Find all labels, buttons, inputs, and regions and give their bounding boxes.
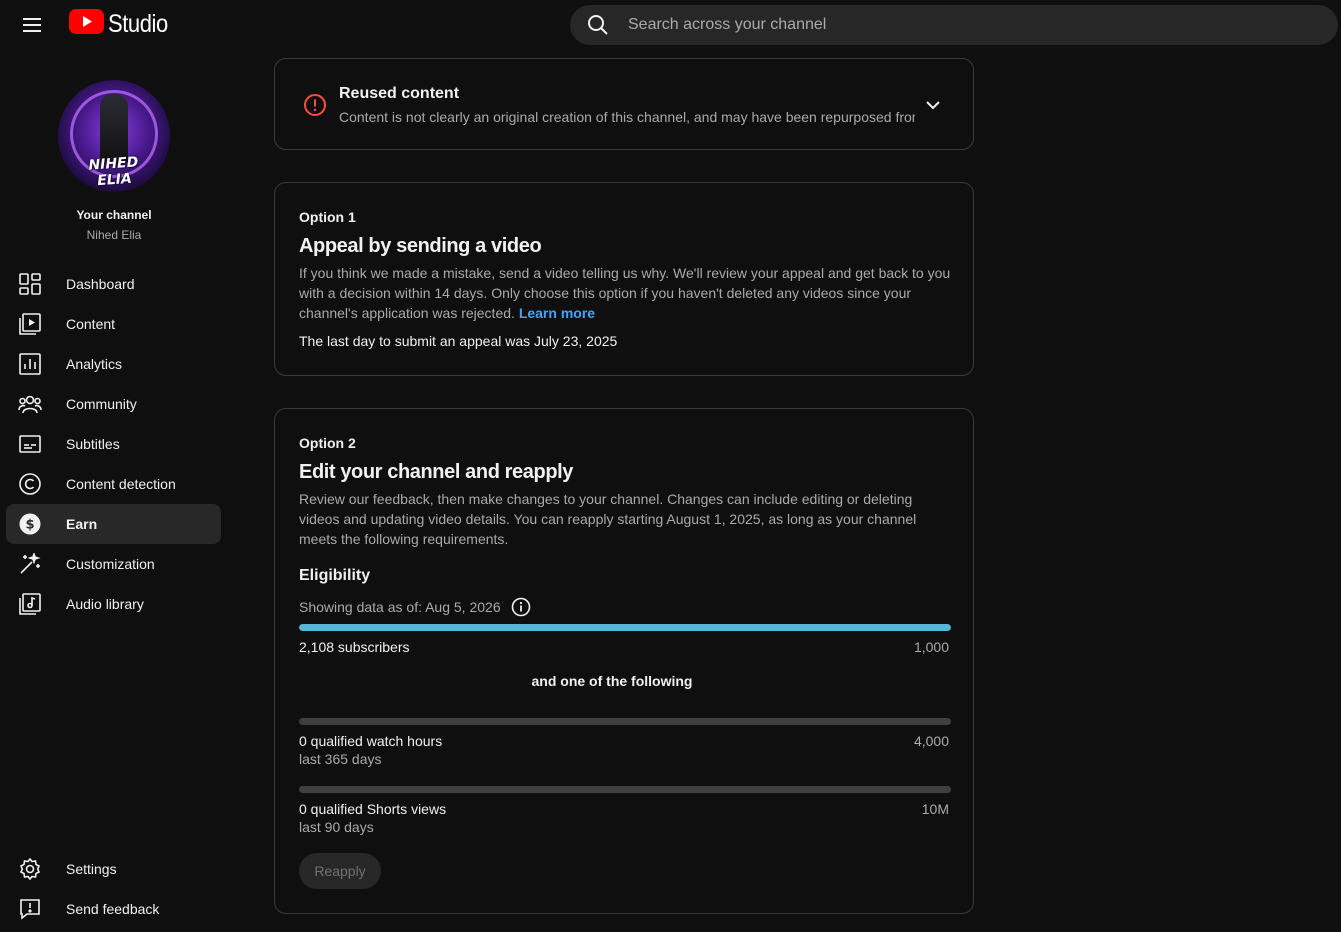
shorts-views-progress-bar bbox=[299, 786, 951, 793]
dollar-icon: $ bbox=[18, 512, 42, 536]
learn-more-link[interactable]: Learn more bbox=[519, 305, 595, 321]
sidebar-item-label: Customization bbox=[66, 556, 155, 572]
sidebar-item-label: Analytics bbox=[66, 356, 123, 372]
dashboard-icon bbox=[18, 272, 42, 296]
sidebar-item-label: Subtitles bbox=[66, 436, 120, 452]
option2-title: Edit your channel and reapply bbox=[299, 461, 574, 483]
magic-wand-icon bbox=[18, 552, 42, 576]
watch-hours-count: 0 qualified watch hours bbox=[299, 733, 443, 749]
subtitles-icon bbox=[18, 432, 42, 456]
sidebar-item-label: Dashboard bbox=[66, 276, 135, 292]
app-name: Studio bbox=[108, 9, 168, 38]
reused-content-card[interactable]: Reused content Content is not clearly an… bbox=[274, 58, 974, 150]
option1-card: Option 1 Appeal by sending a video If yo… bbox=[274, 182, 974, 376]
sidebar-item-label: Settings bbox=[66, 861, 117, 877]
data-as-of-text: Showing data as of: Aug 5, 2026 bbox=[299, 599, 501, 615]
shorts-views-count: 0 qualified Shorts views bbox=[299, 801, 447, 817]
sidebar-item-earn[interactable]: $ Earn bbox=[6, 504, 221, 544]
sidebar-item-dashboard[interactable]: Dashboard bbox=[6, 264, 221, 304]
reapply-button[interactable]: Reapply bbox=[299, 853, 381, 889]
sidebar-item-settings[interactable]: Settings bbox=[6, 849, 221, 889]
info-icon[interactable] bbox=[511, 597, 531, 617]
sidebar-nav: Dashboard Content Analytics Community Su… bbox=[6, 264, 221, 624]
studio-logo[interactable]: Studio bbox=[69, 9, 176, 39]
option2-label: Option 2 bbox=[299, 435, 356, 451]
sidebar-bottom-nav: Settings Send feedback bbox=[6, 849, 221, 929]
search-bar[interactable] bbox=[570, 5, 1338, 45]
subscribers-count: 2,108 subscribers bbox=[299, 639, 410, 655]
appeal-deadline: The last day to submit an appeal was Jul… bbox=[299, 333, 618, 349]
copyright-icon bbox=[18, 472, 42, 496]
avatar-figure bbox=[100, 94, 128, 164]
sidebar-item-label: Community bbox=[66, 396, 137, 412]
svg-text:$: $ bbox=[25, 518, 34, 533]
eligibility-date: Showing data as of: Aug 5, 2026 bbox=[299, 597, 531, 617]
sidebar-item-content-detection[interactable]: Content detection bbox=[6, 464, 221, 504]
channel-name: Nihed Elia bbox=[86, 228, 142, 242]
search-icon[interactable] bbox=[570, 13, 626, 37]
sidebar-item-label: Content detection bbox=[66, 476, 176, 492]
shorts-views-period: last 90 days bbox=[299, 819, 374, 835]
option2-description: Review our feedback, then make changes t… bbox=[299, 491, 917, 547]
channel-title: Your channel bbox=[76, 208, 152, 222]
sidebar-item-community[interactable]: Community bbox=[6, 384, 221, 424]
reused-content-title: Reused content bbox=[339, 85, 460, 102]
sidebar-item-send-feedback[interactable]: Send feedback bbox=[6, 889, 221, 929]
watch-hours-progress-bar bbox=[299, 718, 951, 725]
avatar-logo-text: NIHED ELIA bbox=[88, 154, 139, 190]
community-icon bbox=[18, 392, 42, 416]
hamburger-menu-icon[interactable] bbox=[16, 9, 48, 41]
option1-label: Option 1 bbox=[299, 209, 356, 225]
option2-card: Option 2 Edit your channel and reapply R… bbox=[274, 408, 974, 914]
option1-description-text: If you think we made a mistake, send a v… bbox=[299, 265, 951, 321]
sidebar-item-audio-library[interactable]: Audio library bbox=[6, 584, 221, 624]
option1-description: If you think we made a mistake, send a v… bbox=[299, 263, 951, 323]
search-input[interactable] bbox=[626, 15, 1306, 35]
one-of-following-label: and one of the following bbox=[531, 673, 693, 689]
alert-icon bbox=[303, 93, 327, 122]
subscribers-progress-fill bbox=[299, 624, 951, 631]
analytics-icon bbox=[18, 352, 42, 376]
option1-title: Appeal by sending a video bbox=[299, 235, 542, 257]
sidebar-item-subtitles[interactable]: Subtitles bbox=[6, 424, 221, 464]
feedback-icon bbox=[18, 897, 42, 921]
watch-hours-target: 4,000 bbox=[913, 733, 949, 749]
shorts-views-target: 10M bbox=[921, 801, 949, 817]
reused-content-description: Content is not clearly an original creat… bbox=[339, 109, 915, 125]
sidebar-item-label: Audio library bbox=[66, 596, 144, 612]
sidebar-item-label: Send feedback bbox=[66, 901, 160, 917]
sidebar-item-label: Earn bbox=[66, 516, 98, 532]
sidebar-item-analytics[interactable]: Analytics bbox=[6, 344, 221, 384]
gear-icon bbox=[18, 857, 42, 881]
content-icon bbox=[18, 312, 42, 336]
watch-hours-period: last 365 days bbox=[299, 751, 382, 767]
top-bar: Studio bbox=[0, 0, 1341, 50]
channel-avatar[interactable]: NIHED ELIA bbox=[58, 80, 170, 192]
sidebar: NIHED ELIA Your channel Nihed Elia Dashb… bbox=[0, 50, 228, 932]
sidebar-item-content[interactable]: Content bbox=[6, 304, 221, 344]
sidebar-item-label: Content bbox=[66, 316, 116, 332]
eligibility-title: Eligibility bbox=[299, 567, 371, 584]
audio-library-icon bbox=[18, 592, 42, 616]
subscribers-target: 1,000 bbox=[913, 639, 949, 655]
youtube-play-icon bbox=[69, 9, 104, 39]
chevron-down-icon[interactable] bbox=[921, 93, 945, 117]
sidebar-item-customization[interactable]: Customization bbox=[6, 544, 221, 584]
subscribers-progress-bar bbox=[299, 624, 951, 631]
